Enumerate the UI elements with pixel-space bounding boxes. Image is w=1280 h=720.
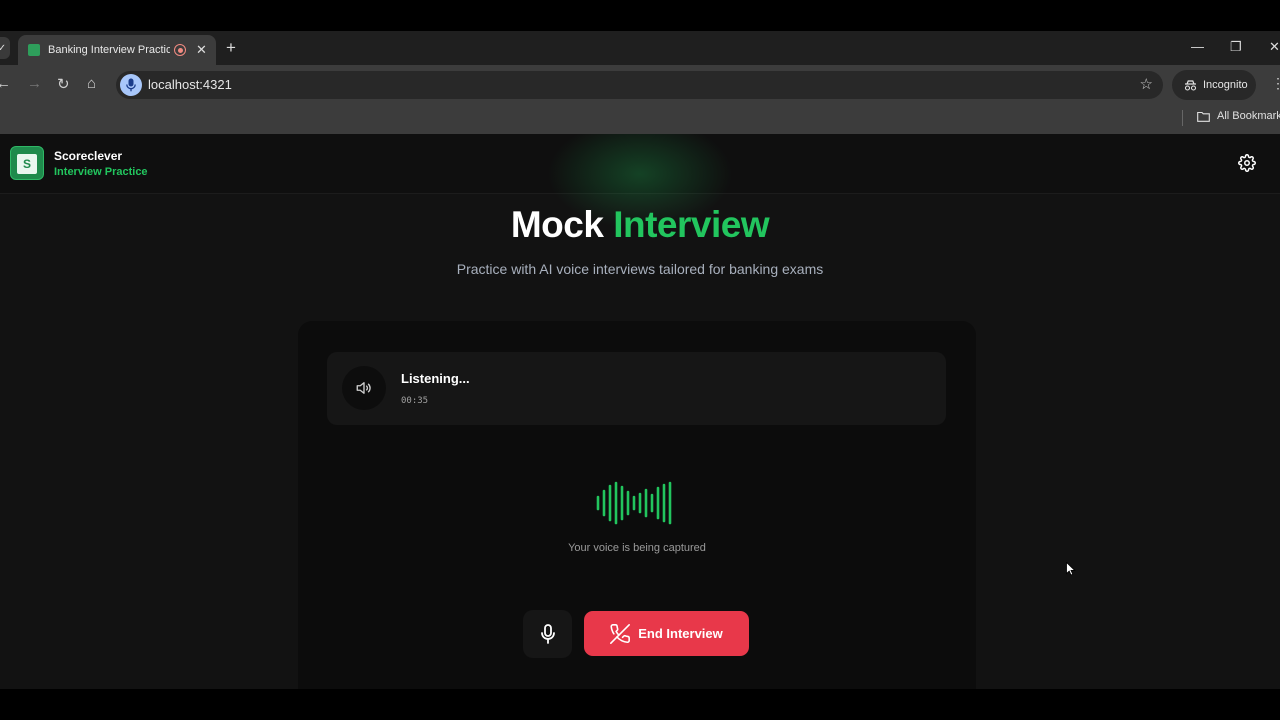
app-header: S Scoreclever Interview Practice: [0, 134, 1280, 234]
status-panel: Listening... 00:35: [327, 352, 946, 425]
voice-waveform-icon: [596, 481, 672, 525]
reload-icon[interactable]: ↻: [57, 75, 70, 93]
tab-title: Banking Interview Practice |: [48, 44, 170, 56]
brand-subtitle: Interview Practice: [54, 166, 148, 178]
tab-search-icon[interactable]: ✓: [0, 37, 10, 59]
page-subtitle: Practice with AI voice interviews tailor…: [456, 261, 824, 277]
incognito-label: Incognito: [1203, 79, 1248, 91]
incognito-badge[interactable]: Incognito: [1172, 70, 1256, 100]
logo-mark: S: [17, 154, 37, 174]
browser-tab[interactable]: Banking Interview Practice | ✕: [18, 35, 216, 65]
back-icon[interactable]: ←: [0, 75, 11, 92]
title-accent: Interview: [613, 204, 770, 245]
phone-off-icon: [610, 623, 631, 644]
end-interview-label: End Interview: [638, 626, 723, 641]
bookmarks-divider: [1182, 110, 1183, 126]
elapsed-timer: 00:35: [401, 396, 429, 406]
app-logo[interactable]: S: [10, 146, 44, 180]
app-page: S Scoreclever Interview Practice Mock In…: [0, 134, 1280, 689]
incognito-icon: [1184, 79, 1197, 91]
page-title: Mock Interview: [0, 204, 1280, 246]
browser-tabstrip: ✓ Banking Interview Practice | ✕ + — ❐ ✕: [0, 31, 1280, 65]
new-tab-icon[interactable]: +: [226, 38, 236, 58]
all-bookmarks-button[interactable]: All Bookmarks: [1197, 110, 1280, 122]
capture-status-text: Your voice is being captured: [568, 542, 706, 554]
mute-microphone-button[interactable]: [523, 610, 572, 658]
tab-favicon-icon: [28, 44, 40, 56]
browser-toolbar: ← → ↻ ⌂ localhost:4321 ☆ Incognito ⋮: [0, 65, 1280, 105]
url-text: localhost:4321: [148, 77, 232, 92]
brand-name: Scoreclever: [54, 149, 123, 163]
close-window-icon[interactable]: ✕: [1269, 39, 1280, 55]
settings-button[interactable]: [1238, 154, 1258, 174]
tab-close-icon[interactable]: ✕: [196, 42, 207, 58]
screen: ✓ Banking Interview Practice | ✕ + — ❐ ✕…: [0, 0, 1280, 720]
end-interview-button[interactable]: End Interview: [584, 611, 749, 656]
star-icon[interactable]: ☆: [1140, 75, 1153, 93]
gear-icon: [1238, 154, 1256, 172]
address-bar[interactable]: localhost:4321 ☆: [116, 71, 1163, 99]
home-icon[interactable]: ⌂: [87, 75, 96, 92]
folder-icon: [1197, 111, 1210, 122]
all-bookmarks-label: All Bookmarks: [1217, 110, 1280, 122]
mouse-cursor-icon: [1066, 562, 1076, 576]
status-label: Listening...: [401, 371, 470, 386]
speaker-icon: [342, 366, 386, 410]
bookmarks-bar: All Bookmarks: [0, 105, 1280, 134]
microphone-icon: [540, 624, 555, 644]
recording-icon: [174, 44, 186, 56]
microphone-access-icon[interactable]: [120, 74, 142, 96]
minimize-icon[interactable]: —: [1191, 39, 1204, 54]
forward-icon[interactable]: →: [27, 75, 42, 92]
title-plain: Mock: [510, 204, 604, 245]
interview-card: Listening... 00:35 Your voice is being c…: [298, 321, 976, 689]
menu-icon[interactable]: ⋮: [1271, 75, 1280, 92]
restore-icon[interactable]: ❐: [1230, 39, 1242, 55]
